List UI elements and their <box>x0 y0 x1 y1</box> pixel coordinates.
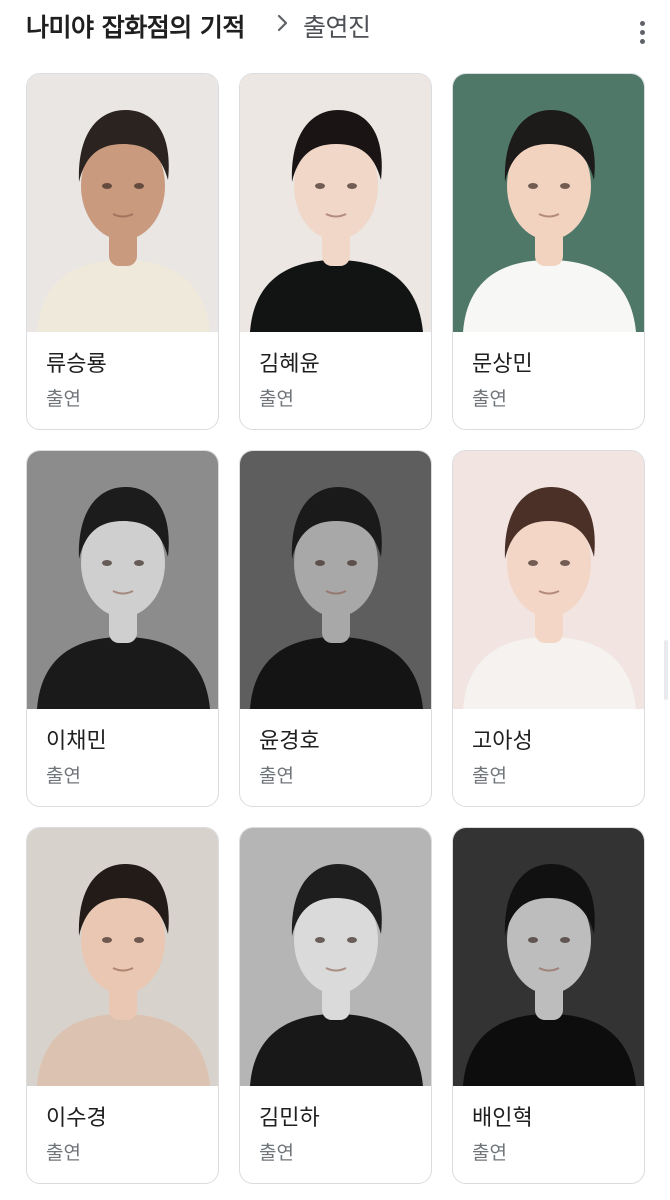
person-portrait-image <box>453 74 644 332</box>
cast-photo[interactable] <box>27 74 218 332</box>
person-portrait-image <box>240 74 431 332</box>
page-title[interactable]: 나미야 잡화점의 기적 <box>26 8 245 44</box>
cast-card[interactable]: 이채민출연 <box>26 450 219 807</box>
person-portrait-image <box>27 828 218 1086</box>
cast-card[interactable]: 고아성출연 <box>452 450 645 807</box>
cast-role: 출연 <box>46 765 81 787</box>
cast-photo[interactable] <box>27 451 218 709</box>
chevron-right-icon <box>277 14 288 32</box>
cast-photo[interactable] <box>240 828 431 1086</box>
cast-photo[interactable] <box>240 74 431 332</box>
person-portrait-image <box>27 74 218 332</box>
cast-role: 출연 <box>46 1142 81 1164</box>
cast-name[interactable]: 윤경호 <box>259 723 320 755</box>
cast-name[interactable]: 고아성 <box>472 723 533 755</box>
cast-photo[interactable] <box>240 451 431 709</box>
cast-name[interactable]: 이수경 <box>46 1100 107 1132</box>
cast-card[interactable]: 배인혁출연 <box>452 827 645 1184</box>
scrollbar[interactable] <box>664 640 668 700</box>
cast-name[interactable]: 문상민 <box>472 346 533 378</box>
cast-name[interactable]: 이채민 <box>46 723 107 755</box>
person-portrait-image <box>453 828 644 1086</box>
more-vertical-icon[interactable] <box>630 18 654 48</box>
cast-role: 출연 <box>472 1142 507 1164</box>
cast-card[interactable]: 이수경출연 <box>26 827 219 1184</box>
person-portrait-image <box>240 828 431 1086</box>
cast-photo[interactable] <box>27 828 218 1086</box>
person-portrait-image <box>27 451 218 709</box>
cast-photo[interactable] <box>453 828 644 1086</box>
cast-name[interactable]: 김민하 <box>259 1100 320 1132</box>
cast-card[interactable]: 윤경호출연 <box>239 450 432 807</box>
cast-role: 출연 <box>472 388 507 410</box>
cast-card[interactable]: 김민하출연 <box>239 827 432 1184</box>
breadcrumb-cast[interactable]: 출연진 <box>303 8 371 44</box>
cast-role: 출연 <box>259 388 294 410</box>
cast-photo[interactable] <box>453 74 644 332</box>
cast-name[interactable]: 류승룡 <box>46 346 107 378</box>
cast-role: 출연 <box>259 765 294 787</box>
cast-role: 출연 <box>259 1142 294 1164</box>
cast-card[interactable]: 류승룡출연 <box>26 73 219 430</box>
header: 나미야 잡화점의 기적 출연진 <box>0 0 670 56</box>
cast-role: 출연 <box>46 388 81 410</box>
cast-card[interactable]: 문상민출연 <box>452 73 645 430</box>
person-portrait-image <box>453 451 644 709</box>
person-portrait-image <box>240 451 431 709</box>
cast-role: 출연 <box>472 765 507 787</box>
cast-card[interactable]: 김혜윤출연 <box>239 73 432 430</box>
cast-name[interactable]: 배인혁 <box>472 1100 533 1132</box>
cast-photo[interactable] <box>453 451 644 709</box>
cast-name[interactable]: 김혜윤 <box>259 346 320 378</box>
